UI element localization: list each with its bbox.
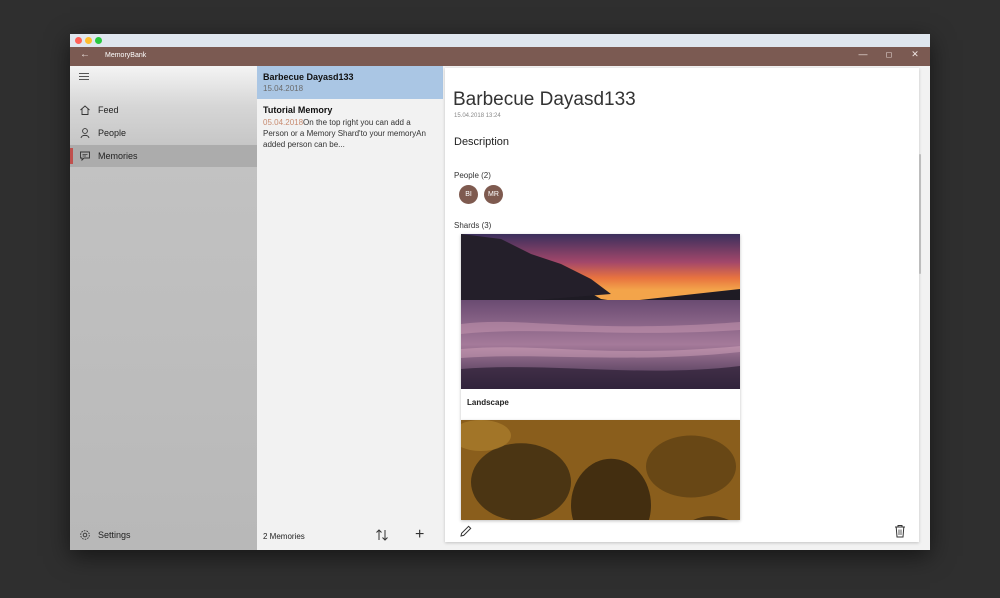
sidebar-item-label: Feed bbox=[98, 105, 119, 115]
landscape-image bbox=[461, 234, 740, 389]
memory-date: 15.04.2018 bbox=[263, 84, 304, 93]
close-button[interactable]: ✕ bbox=[905, 49, 925, 60]
shard-card[interactable] bbox=[461, 420, 740, 520]
memory-snippet: 05.04.2018On the top right you can add a… bbox=[263, 117, 437, 150]
back-arrow-icon[interactable]: ← bbox=[80, 49, 90, 60]
sidebar-item-memories[interactable]: Memories bbox=[70, 145, 257, 167]
chat-icon bbox=[80, 151, 90, 162]
sort-icon[interactable] bbox=[375, 528, 389, 542]
shard-caption: Landscape bbox=[467, 398, 509, 407]
shards-label: Shards (3) bbox=[454, 221, 492, 230]
memory-count: 2 Memories bbox=[263, 532, 305, 541]
add-memory-button[interactable]: + bbox=[415, 526, 424, 544]
trash-icon[interactable] bbox=[894, 524, 906, 538]
sidebar-item-label: People bbox=[98, 128, 127, 138]
sidebar-item-label: Settings bbox=[98, 530, 131, 540]
avatar[interactable]: MR bbox=[484, 185, 503, 204]
close-traffic-light-icon[interactable] bbox=[75, 37, 82, 44]
avatar[interactable]: BI bbox=[459, 185, 478, 204]
mac-window-bar bbox=[70, 34, 930, 47]
people-label: People (2) bbox=[454, 171, 491, 180]
minimize-traffic-light-icon[interactable] bbox=[85, 37, 92, 44]
title-bar: ← MemoryBank — ◻ ✕ bbox=[70, 47, 930, 66]
navigation-sidebar: Feed People Memories Settings bbox=[70, 66, 257, 550]
memory-detail-pane: Barbecue Dayasd133 15.04.2018 13:24 Desc… bbox=[443, 66, 930, 550]
memory-date: 05.04.2018 bbox=[263, 118, 304, 127]
detail-scrollbar[interactable] bbox=[919, 154, 921, 274]
sidebar-item-settings[interactable]: Settings bbox=[70, 524, 257, 546]
edit-pencil-icon[interactable] bbox=[459, 524, 473, 538]
sidebar-item-people[interactable]: People bbox=[70, 122, 257, 144]
home-icon bbox=[80, 105, 90, 115]
sidebar-item-label: Memories bbox=[98, 151, 138, 161]
shard-card[interactable]: Landscape bbox=[461, 234, 740, 420]
maximize-button[interactable]: ◻ bbox=[879, 50, 899, 59]
description-heading: Description bbox=[454, 136, 510, 148]
detail-title: Barbecue Dayasd133 bbox=[453, 89, 636, 110]
person-icon bbox=[80, 128, 90, 139]
list-footer: 2 Memories + bbox=[257, 522, 443, 550]
list-item[interactable]: Tutorial Memory 05.04.2018On the top rig… bbox=[257, 99, 443, 156]
memory-detail-card: Barbecue Dayasd133 15.04.2018 13:24 Desc… bbox=[445, 68, 919, 542]
sidebar-item-feed[interactable]: Feed bbox=[70, 99, 257, 121]
app-body: Feed People Memories Settings Barbecue D… bbox=[70, 66, 930, 550]
memory-title: Barbecue Dayasd133 bbox=[263, 72, 354, 82]
list-item[interactable]: Barbecue Dayasd133 15.04.2018 bbox=[257, 66, 443, 99]
app-title: MemoryBank bbox=[105, 52, 147, 59]
zoom-traffic-light-icon[interactable] bbox=[95, 37, 102, 44]
detail-datetime: 15.04.2018 13:24 bbox=[454, 113, 501, 119]
memory-list-pane: Barbecue Dayasd133 15.04.2018 Tutorial M… bbox=[257, 66, 443, 550]
texture-image bbox=[461, 420, 740, 520]
hamburger-menu-icon[interactable] bbox=[79, 73, 89, 81]
gear-icon bbox=[80, 530, 90, 540]
minimize-button[interactable]: — bbox=[853, 49, 873, 59]
app-window: ← MemoryBank — ◻ ✕ Feed People Memories … bbox=[70, 34, 930, 550]
memory-title: Tutorial Memory bbox=[263, 105, 333, 115]
